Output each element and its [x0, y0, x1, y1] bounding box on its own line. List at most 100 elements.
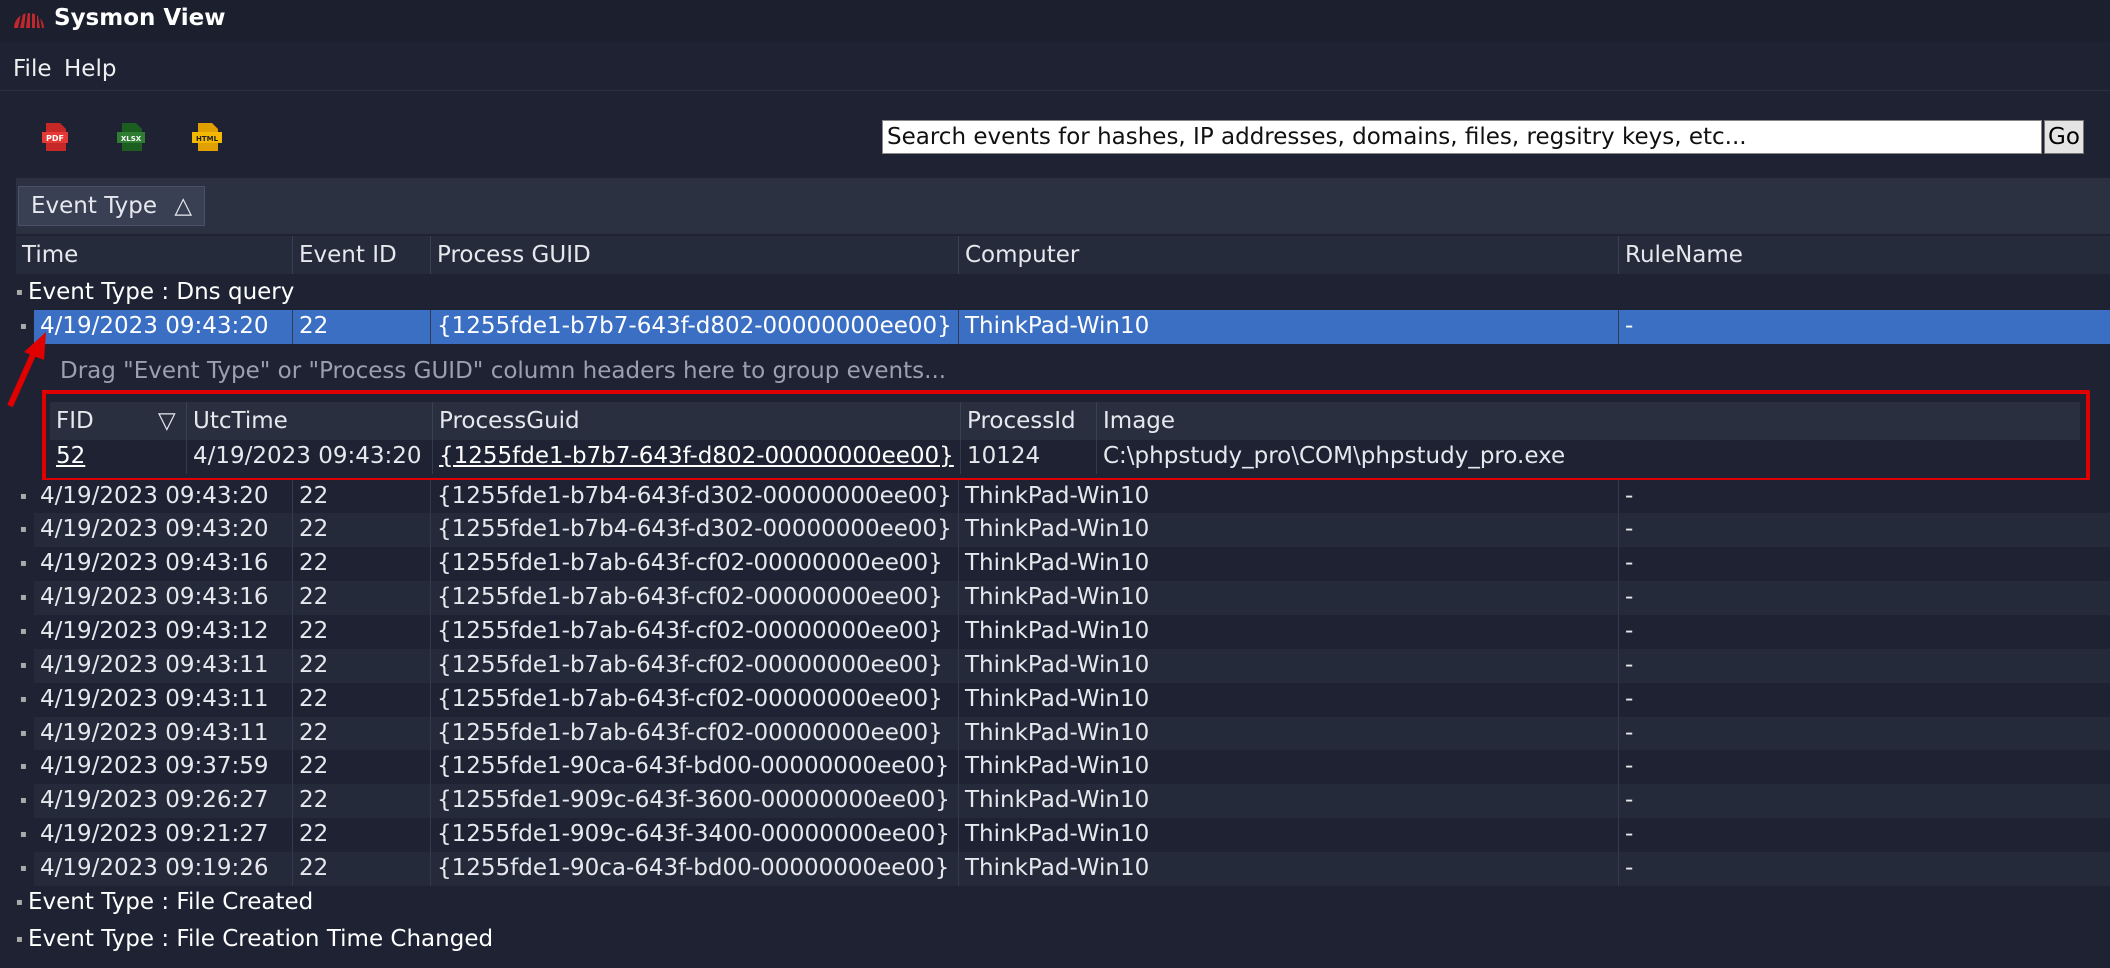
cell-process-guid: {1255fde1-b7ab-643f-cf02-00000000ee00} [430, 683, 958, 717]
menu-file[interactable]: File [13, 56, 52, 82]
table-row[interactable]: ▪ 4/19/2023 09:43:16 22 {1255fde1-b7ab-6… [20, 581, 2110, 615]
table-row[interactable]: ▪ 4/19/2023 09:43:20 22 {1255fde1-b7b4-6… [20, 480, 2110, 514]
expand-row-icon[interactable]: ▪ [20, 683, 27, 716]
detail-column-label: FID [56, 408, 94, 434]
cell-process-guid: {1255fde1-909c-643f-3600-00000000ee00} [430, 784, 958, 818]
table-row[interactable]: ▪ 4/19/2023 09:43:11 22 {1255fde1-b7ab-6… [20, 649, 2110, 683]
cell-computer: ThinkPad-Win10 [958, 717, 1618, 751]
table-row[interactable]: ▪ 4/19/2023 09:43:12 22 {1255fde1-b7ab-6… [20, 615, 2110, 649]
cell-rulename: - [1618, 513, 2110, 547]
cell-time: 4/19/2023 09:43:11 [40, 686, 269, 712]
column-header-process-guid[interactable]: Process GUID [430, 236, 958, 274]
cell-process-guid: {1255fde1-b7ab-643f-cf02-00000000ee00} [430, 581, 958, 615]
cell-time: 4/19/2023 09:21:27 [40, 821, 269, 847]
cell-computer: ThinkPad-Win10 [958, 852, 1618, 886]
cell-rulename: - [1618, 615, 2110, 649]
table-row[interactable]: ▪ 4/19/2023 09:43:11 22 {1255fde1-b7ab-6… [20, 683, 2110, 717]
cell-time: 4/19/2023 09:43:12 [40, 618, 269, 644]
go-button[interactable]: Go [2044, 120, 2084, 154]
detail-group-hint: Drag "Event Type" or "Process GUID" colu… [60, 358, 947, 384]
cell-event-id: 22 [292, 818, 430, 852]
search-input[interactable] [882, 120, 2042, 154]
expand-row-icon[interactable]: ▪ [20, 649, 27, 682]
column-header-computer[interactable]: Computer [958, 236, 1618, 274]
expand-icon[interactable]: ▪ [16, 886, 28, 920]
table-row[interactable]: ▪ 4/19/2023 09:21:27 22 {1255fde1-909c-6… [20, 818, 2110, 852]
detail-fid-link[interactable]: 52 [50, 440, 186, 474]
detail-processguid-link[interactable]: {1255fde1-b7b7-643f-d802-00000000ee00} [432, 440, 960, 474]
detail-row[interactable]: 52 4/19/2023 09:43:20 {1255fde1-b7b7-643… [50, 440, 2080, 474]
cell-time: 4/19/2023 09:37:59 [40, 753, 269, 779]
cell-time: 4/19/2023 09:43:20 [40, 516, 269, 542]
detail-column-header-fid[interactable]: FID ▽ [50, 402, 186, 440]
column-header-event-id[interactable]: Event ID [292, 236, 430, 274]
cell-rulename: - [1618, 310, 2110, 344]
expand-row-icon[interactable]: ▪ [20, 852, 27, 885]
expand-row-icon[interactable]: ▪ [20, 513, 27, 546]
detail-column-header-utctime[interactable]: UtcTime [186, 402, 432, 440]
expand-row-icon[interactable]: ▪ [20, 784, 27, 817]
cell-event-id: 22 [292, 480, 430, 514]
expand-row-icon[interactable]: ▪ [20, 750, 27, 783]
cell-event-id: 22 [292, 750, 430, 784]
cell-computer: ThinkPad-Win10 [958, 649, 1618, 683]
sort-asc-icon: △ [174, 193, 193, 219]
group-row-dns-query[interactable]: ▪ Event Type : Dns query [16, 275, 294, 309]
expand-icon[interactable]: ▪ [16, 923, 28, 957]
pdf-export-icon[interactable]: PDF [38, 120, 72, 154]
expand-row-icon[interactable]: ▪ [20, 480, 27, 513]
table-row[interactable]: ▪ 4/19/2023 09:37:59 22 {1255fde1-90ca-6… [20, 750, 2110, 784]
grid-header: Time Event ID Process GUID Computer Rule… [16, 236, 2110, 274]
expand-row-icon[interactable]: ▪ [20, 717, 27, 750]
group-chip-event-type[interactable]: Event Type △ [18, 186, 206, 226]
cell-computer: ThinkPad-Win10 [958, 547, 1618, 581]
cell-event-id: 22 [292, 547, 430, 581]
detail-column-header-processguid[interactable]: ProcessGuid [432, 402, 960, 440]
column-header-rulename[interactable]: RuleName [1618, 236, 2110, 274]
menu-help[interactable]: Help [64, 56, 116, 82]
detail-grid-header: FID ▽ UtcTime ProcessGuid ProcessId Imag… [50, 402, 2080, 440]
group-row-file-created[interactable]: ▪ Event Type : File Created [16, 885, 313, 919]
cell-time: 4/19/2023 09:43:16 [40, 584, 269, 610]
xlsx-export-icon[interactable]: XLSX [114, 120, 148, 154]
cell-process-guid: {1255fde1-b7ab-643f-cf02-00000000ee00} [430, 717, 958, 751]
cell-computer: ThinkPad-Win10 [958, 581, 1618, 615]
cell-rulename: - [1618, 683, 2110, 717]
column-header-time[interactable]: Time [16, 236, 292, 274]
detail-cell-utctime: 4/19/2023 09:43:20 [186, 440, 432, 474]
cell-time: 4/19/2023 09:43:11 [40, 652, 269, 678]
detail-column-header-processid[interactable]: ProcessId [960, 402, 1096, 440]
cell-process-guid: {1255fde1-b7ab-643f-cf02-00000000ee00} [430, 615, 958, 649]
cell-event-id: 22 [292, 852, 430, 886]
app-title: Sysmon View [54, 5, 226, 31]
cell-computer: ThinkPad-Win10 [958, 784, 1618, 818]
table-row-selected[interactable]: ▪ 4/19/2023 09:43:20 22 {1255fde1-b7b7-6… [20, 310, 2110, 344]
detail-cell-image: C:\phpstudy_pro\COM\phpstudy_pro.exe [1096, 440, 2080, 474]
title-bar: Sysmon View [0, 0, 2110, 42]
cell-time: 4/19/2023 09:26:27 [40, 787, 269, 813]
table-row[interactable]: ▪ 4/19/2023 09:19:26 22 {1255fde1-90ca-6… [20, 852, 2110, 886]
html-export-icon[interactable]: HTML [190, 120, 224, 154]
table-row[interactable]: ▪ 4/19/2023 09:43:11 22 {1255fde1-b7ab-6… [20, 717, 2110, 751]
detail-column-header-image[interactable]: Image [1096, 402, 2080, 440]
expand-row-icon[interactable]: ▪ [20, 547, 27, 580]
group-chip-label: Event Type [31, 193, 158, 219]
expand-row-icon[interactable]: ▪ [20, 310, 27, 343]
table-row[interactable]: ▪ 4/19/2023 09:26:27 22 {1255fde1-909c-6… [20, 784, 2110, 818]
group-by-panel [16, 178, 2110, 234]
expand-row-icon[interactable]: ▪ [20, 581, 27, 614]
expand-row-icon[interactable]: ▪ [20, 615, 27, 648]
cell-process-guid: {1255fde1-b7ab-643f-cf02-00000000ee00} [430, 649, 958, 683]
sysmon-logo-icon [14, 10, 44, 29]
group-row-file-creation-time-changed[interactable]: ▪ Event Type : File Creation Time Changed [16, 922, 493, 956]
expand-row-icon[interactable]: ▪ [20, 818, 27, 851]
cell-event-id: 22 [292, 513, 430, 547]
cell-computer: ThinkPad-Win10 [958, 750, 1618, 784]
table-row[interactable]: ▪ 4/19/2023 09:43:16 22 {1255fde1-b7ab-6… [20, 547, 2110, 581]
table-row[interactable]: ▪ 4/19/2023 09:43:20 22 {1255fde1-b7b4-6… [20, 513, 2110, 547]
cell-event-id: 22 [292, 581, 430, 615]
cell-rulename: - [1618, 581, 2110, 615]
svg-text:XLSX: XLSX [121, 135, 142, 143]
cell-rulename: - [1618, 784, 2110, 818]
collapse-icon[interactable]: ▪ [16, 276, 28, 310]
